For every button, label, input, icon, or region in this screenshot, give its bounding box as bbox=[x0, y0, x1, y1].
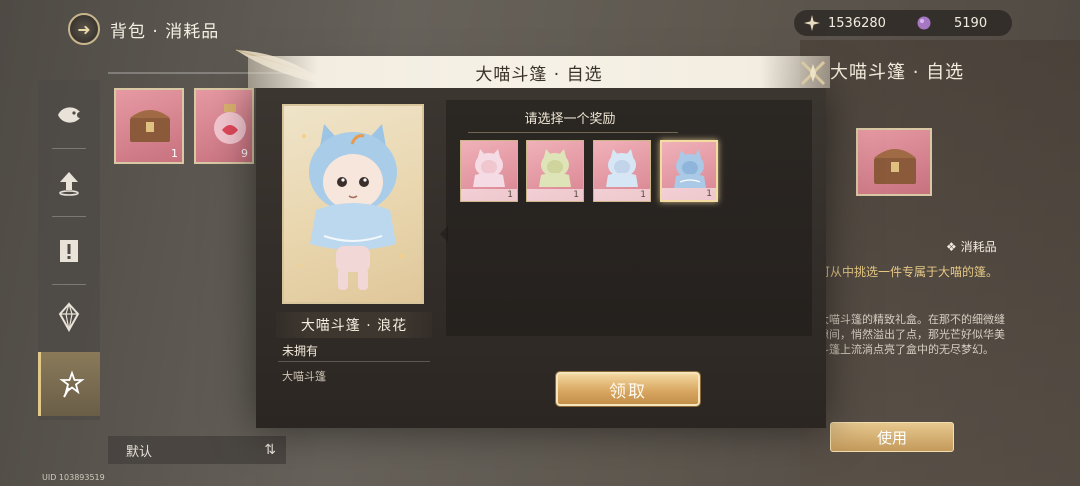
close-icon[interactable] bbox=[796, 58, 830, 88]
back-button[interactable]: ➜ bbox=[68, 13, 100, 45]
sort-dropdown[interactable]: 默认 ⇅ bbox=[108, 436, 286, 464]
detail-description-highlight: 可从中挑选一件专属于大喵的篷。 bbox=[818, 265, 999, 279]
reward-heading: 请选择一个奖励 bbox=[524, 112, 616, 127]
warning-banner-icon bbox=[60, 240, 78, 262]
treasure-chest-icon bbox=[130, 110, 170, 142]
page-title: 背包 · 消耗品 bbox=[110, 21, 220, 42]
inventory-slot-chest[interactable]: 1 bbox=[114, 88, 184, 164]
pink-cloak-icon bbox=[473, 149, 505, 187]
currency-bar: 1536280 5190 bbox=[794, 10, 1012, 36]
blue-cloak-icon bbox=[606, 149, 638, 187]
detail-panel bbox=[800, 40, 1080, 486]
sort-label: 默认 bbox=[126, 444, 153, 460]
reward-count: 1 bbox=[461, 189, 517, 201]
reward-count: 1 bbox=[594, 189, 650, 201]
claim-button[interactable]: 领取 bbox=[556, 372, 700, 406]
sidebar-item-crystal[interactable] bbox=[38, 286, 100, 348]
wave-cloak-icon bbox=[674, 150, 706, 188]
sidebar-item-upgrade[interactable] bbox=[38, 152, 100, 214]
sidebar-item-consumables[interactable] bbox=[38, 352, 100, 416]
uid-label: UID 103893519 bbox=[42, 473, 105, 482]
currency-gems[interactable]: 5190 bbox=[902, 15, 987, 31]
reward-option-1[interactable]: 1 bbox=[460, 140, 518, 202]
ownership-status: 未拥有 bbox=[282, 344, 319, 358]
reward-option-3[interactable]: 1 bbox=[593, 140, 651, 202]
detail-title: 大喵斗篷 · 自选 bbox=[830, 62, 965, 83]
upload-arrow-icon bbox=[59, 172, 79, 196]
divider bbox=[278, 361, 430, 362]
reward-panel bbox=[446, 100, 812, 336]
item-count: 1 bbox=[171, 147, 178, 160]
crystal-icon bbox=[58, 302, 80, 332]
sidebar-item-quest[interactable] bbox=[38, 220, 100, 282]
magic-wand-icon bbox=[58, 370, 85, 398]
item-category: 大喵斗篷 bbox=[282, 370, 326, 383]
category-sidebar bbox=[38, 80, 100, 420]
heading-divider bbox=[468, 132, 678, 133]
inventory-slot-potion[interactable]: 9 bbox=[194, 88, 254, 164]
treasure-chest-icon bbox=[874, 149, 916, 184]
cat-cloak-character-icon bbox=[298, 124, 404, 290]
star-amount: 1536280 bbox=[828, 15, 886, 31]
currency-stars[interactable]: 1536280 bbox=[794, 15, 902, 31]
preview-name: 大喵斗篷 · 浪花 bbox=[276, 312, 432, 338]
reward-count: 1 bbox=[527, 189, 583, 201]
preview-image bbox=[282, 104, 424, 304]
sidebar-item-fish[interactable] bbox=[38, 84, 100, 146]
gem-amount: 5190 bbox=[954, 15, 988, 31]
fish-icon bbox=[58, 107, 80, 123]
modal-title: 大喵斗篷 · 自选 bbox=[475, 64, 603, 85]
yellow-cloak-icon bbox=[539, 149, 571, 187]
detail-description: 大喵斗篷的精致礼盒。在那不的细微缝隙间，悄然溢出了点，那光芒好似华美斗篷上流淌点… bbox=[818, 313, 1005, 356]
reward-option-2[interactable]: 1 bbox=[526, 140, 584, 202]
back-arrow-icon: ➜ bbox=[77, 19, 91, 39]
header: ➜ 背包 · 消耗品 bbox=[68, 12, 219, 46]
use-button[interactable]: 使用 bbox=[830, 422, 954, 452]
potion-bottle-icon bbox=[214, 104, 246, 144]
purple-gem-icon bbox=[916, 15, 932, 31]
star-sparkle-icon bbox=[804, 15, 820, 31]
detail-item-image bbox=[856, 128, 932, 196]
detail-type: ❖ 消耗品 bbox=[946, 240, 997, 254]
modal-title-bar: 大喵斗篷 · 自选 bbox=[248, 56, 830, 88]
reward-count: 1 bbox=[662, 188, 716, 200]
item-count: 9 bbox=[241, 147, 248, 160]
sort-toggle-icon: ⇅ bbox=[264, 442, 276, 458]
reward-option-4[interactable]: 1 bbox=[660, 140, 718, 202]
